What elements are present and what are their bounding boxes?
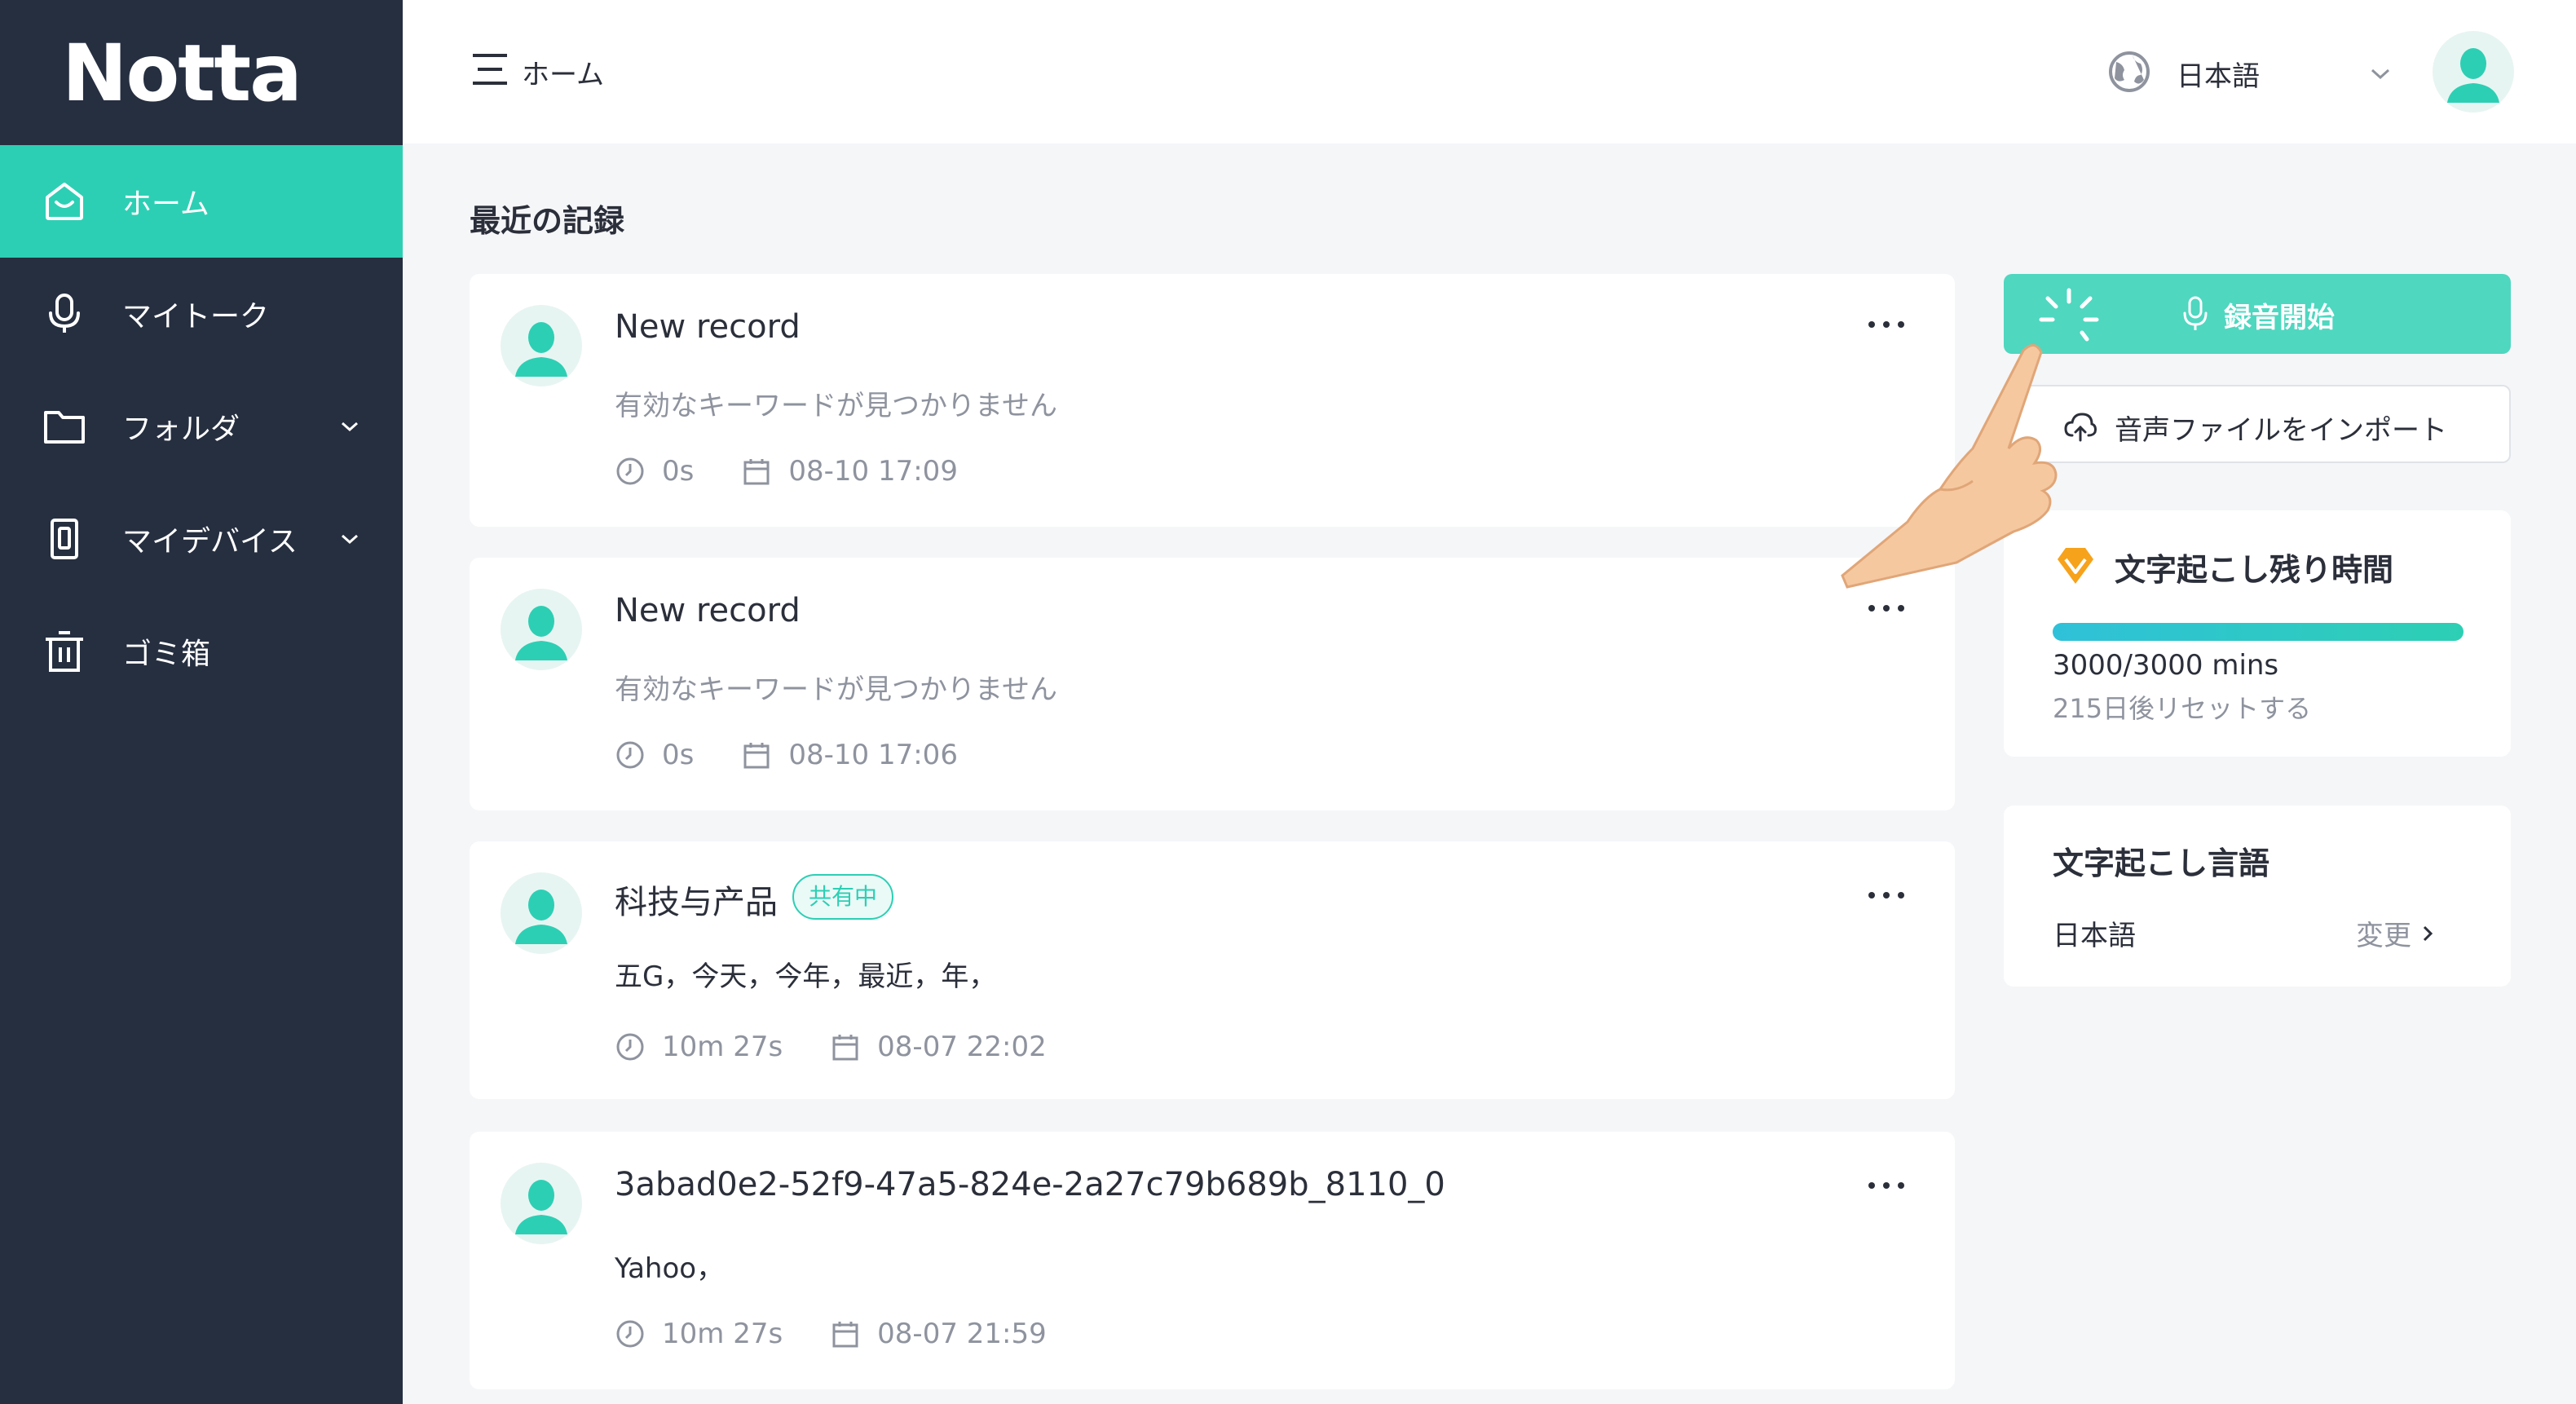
avatar	[501, 1163, 582, 1244]
record-snippet: 有効なキーワードが見つかりません	[615, 673, 1057, 706]
start-recording-button[interactable]: 録音開始	[2004, 274, 2511, 354]
language-value: 日本語	[2053, 920, 2136, 952]
quota-value: 3000/3000 mins	[2053, 649, 2279, 682]
record-meta: 0s 08-10 17:09	[615, 455, 958, 488]
device-icon	[51, 519, 78, 559]
top-header: ホーム 日本語	[403, 0, 2576, 143]
record-snippet: 五G，今天，今年，最近，年，	[615, 960, 997, 993]
sidebar-item-label: フォルダ	[122, 413, 240, 446]
change-language-label: 変更	[2356, 920, 2411, 952]
chevron-down-icon[interactable]	[337, 414, 362, 439]
chevron-right-icon	[2423, 925, 2433, 941]
pointing-hand-icon	[1841, 344, 2058, 589]
quota-reset-text: 215日後リセットする	[2053, 693, 2312, 724]
chevron-down-icon[interactable]	[337, 527, 362, 551]
record-snippet: Yahoo，	[615, 1252, 725, 1285]
sidebar-item-folder[interactable]: フォルダ	[0, 370, 403, 483]
clock-icon	[616, 741, 644, 769]
sidebar-item-my-device[interactable]: マイデバイス	[0, 483, 403, 595]
transcription-quota-card: 文字起こし残り時間 3000/3000 mins 215日後リセットする	[2004, 510, 2511, 757]
record-date: 08-10 17:06	[788, 739, 958, 771]
avatar[interactable]	[2433, 31, 2514, 113]
start-recording-label: 録音開始	[2224, 302, 2335, 334]
record-date: 08-10 17:09	[788, 455, 958, 488]
chevron-down-icon[interactable]	[2367, 60, 2393, 86]
record-date: 08-07 21:59	[877, 1318, 1047, 1350]
sidebar-item-label: マイデバイス	[122, 525, 298, 559]
quota-progress-fill	[2053, 623, 2464, 641]
menu-icon[interactable]	[471, 52, 509, 86]
notta-logo[interactable]: Notta	[62, 33, 302, 114]
quota-progress-bar	[2053, 623, 2464, 641]
change-language-link[interactable]: 変更	[2356, 913, 2437, 953]
quota-title: 文字起こし残り時間	[2115, 552, 2394, 588]
record-card[interactable]: New record 有効なキーワードが見つかりません 0s 08-10 17:…	[470, 558, 1955, 810]
more-options-icon[interactable]	[1867, 600, 1906, 616]
record-card[interactable]: 科技与产品 共有中 五G，今天，今年，最近，年， 10m 27s 08-07 2…	[470, 841, 1955, 1099]
record-date: 08-07 22:02	[877, 1031, 1047, 1063]
language-card-title: 文字起こし言語	[2053, 845, 2270, 881]
record-snippet: 有効なキーワードが見つかりません	[615, 390, 1057, 422]
microphone-icon	[49, 294, 80, 333]
clock-icon	[616, 1320, 644, 1348]
calendar-icon	[832, 1035, 858, 1061]
calendar-icon	[743, 459, 770, 485]
import-audio-label: 音声ファイルをインポート	[2115, 414, 2447, 447]
clock-icon	[616, 1033, 644, 1061]
trash-icon	[46, 631, 83, 672]
avatar	[501, 589, 582, 670]
record-title[interactable]: New record	[615, 308, 801, 346]
record-meta: 0s 08-10 17:06	[615, 739, 958, 771]
sidebar-item-label: ホーム	[122, 188, 210, 221]
calendar-icon	[743, 743, 770, 769]
record-duration: 0s	[662, 739, 695, 771]
more-options-icon[interactable]	[1867, 887, 1906, 903]
record-title[interactable]: 科技与产品	[615, 876, 778, 923]
sidebar-item-label: ゴミ箱	[122, 638, 211, 671]
record-title[interactable]: New record	[615, 592, 801, 629]
shared-badge: 共有中	[792, 874, 894, 920]
section-title: 最近の記録	[470, 203, 625, 239]
microphone-icon	[2183, 296, 2208, 330]
record-duration: 10m 27s	[662, 1318, 783, 1350]
avatar	[501, 872, 582, 954]
record-card[interactable]: 3abad0e2-52f9-47a5-824e-2a27c79b689b_811…	[470, 1132, 1955, 1389]
sidebar-item-home[interactable]: ホーム	[0, 145, 403, 258]
record-duration: 10m 27s	[662, 1031, 783, 1063]
record-title[interactable]: 3abad0e2-52f9-47a5-824e-2a27c79b689b_811…	[615, 1166, 1445, 1203]
avatar	[501, 305, 582, 386]
record-meta: 10m 27s 08-07 21:59	[615, 1318, 1047, 1350]
import-audio-button[interactable]: 音声ファイルをインポート	[2004, 385, 2511, 463]
transcription-language-card: 文字起こし言語 日本語 変更	[2004, 806, 2511, 987]
page-title: ホーム	[522, 59, 604, 91]
record-duration: 0s	[662, 455, 695, 488]
sidebar: Notta ホーム マイトーク フォルダ マイデバイス ゴミ箱	[0, 0, 403, 1404]
folder-icon	[44, 411, 85, 444]
clock-icon	[616, 457, 644, 485]
more-options-icon[interactable]	[1867, 1177, 1906, 1194]
sidebar-item-label: マイトーク	[122, 300, 270, 333]
language-selector[interactable]: 日本語	[2177, 54, 2260, 94]
record-card[interactable]: New record 有効なキーワードが見つかりません 0s 08-10 17:…	[470, 274, 1955, 527]
sidebar-item-trash[interactable]: ゴミ箱	[0, 595, 403, 708]
record-meta: 10m 27s 08-07 22:02	[615, 1031, 1047, 1063]
calendar-icon	[832, 1322, 858, 1348]
sidebar-item-my-talk[interactable]: マイトーク	[0, 258, 403, 370]
home-icon	[46, 183, 83, 220]
globe-icon[interactable]	[2108, 51, 2150, 93]
